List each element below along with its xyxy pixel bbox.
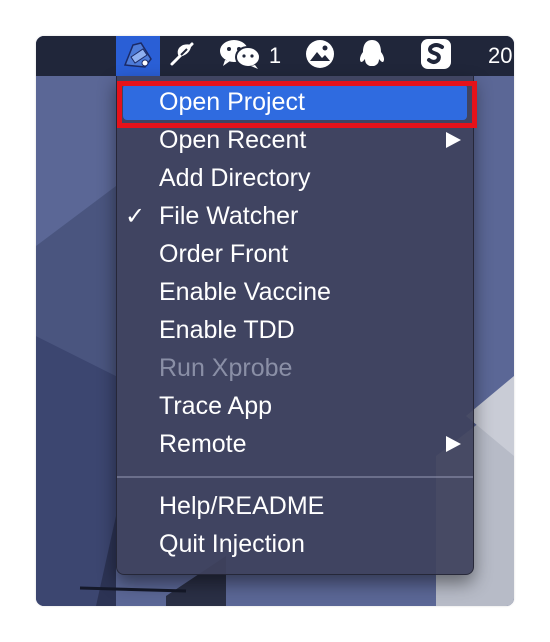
photo-status-item[interactable] — [300, 36, 340, 76]
menu-item-remote[interactable]: Remote — [123, 426, 467, 462]
menu-item-add-directory[interactable]: Add Directory — [123, 160, 467, 196]
feather-icon — [167, 39, 197, 74]
menubar-clock[interactable]: 20 — [488, 36, 514, 76]
photo-icon — [304, 38, 336, 75]
menu-item-quit-injection[interactable]: Quit Injection — [123, 526, 467, 562]
submenu-arrow-icon — [446, 132, 461, 148]
menu-item-trace-app[interactable]: Trace App — [123, 388, 467, 424]
menu-item-label: Open Recent — [159, 125, 307, 154]
menu-item-enable-tdd[interactable]: Enable TDD — [123, 312, 467, 348]
checkmark-icon: ✓ — [125, 202, 146, 230]
injection-menu-extra[interactable] — [116, 36, 160, 76]
menu-item-label: Order Front — [159, 239, 289, 268]
menu-item-label: Enable TDD — [159, 315, 295, 344]
menu-item-label: Enable Vaccine — [159, 277, 331, 306]
menu-item-enable-vaccine[interactable]: Enable Vaccine — [123, 274, 467, 310]
injection-dropdown-menu: Open Project Open Recent Add Directory ✓… — [116, 76, 474, 575]
menu-item-help-readme[interactable]: Help/README — [123, 488, 467, 524]
menu-item-label: Quit Injection — [159, 529, 305, 558]
injection-app-icon — [121, 37, 155, 76]
menu-item-label: Remote — [159, 429, 247, 458]
menu-separator — [117, 476, 473, 478]
wechat-icon — [219, 38, 263, 75]
qq-penguin-icon — [357, 38, 387, 75]
menu-item-label: Add Directory — [159, 163, 311, 192]
menu-item-run-xprobe: Run Xprobe — [123, 350, 467, 386]
qq-status-item[interactable] — [352, 36, 392, 76]
menu-item-label: Trace App — [159, 391, 273, 420]
sogou-status-item[interactable] — [416, 36, 456, 76]
submenu-arrow-icon — [446, 436, 461, 452]
menu-item-order-front[interactable]: Order Front — [123, 236, 467, 272]
clock-text: 20 — [488, 43, 513, 68]
wechat-status-item[interactable]: 1 — [210, 36, 290, 76]
menu-item-label: Run Xprobe — [159, 353, 293, 382]
feather-status-item[interactable] — [164, 36, 200, 76]
menu-item-label: File Watcher — [159, 201, 299, 230]
wechat-unread-count: 1 — [268, 43, 282, 68]
sogou-input-icon — [420, 38, 452, 75]
menu-item-label: Help/README — [159, 491, 325, 520]
red-highlight-annotation — [117, 81, 477, 128]
menu-item-file-watcher[interactable]: ✓ File Watcher — [123, 198, 467, 234]
menu-bar: 1 20 — [36, 36, 514, 76]
